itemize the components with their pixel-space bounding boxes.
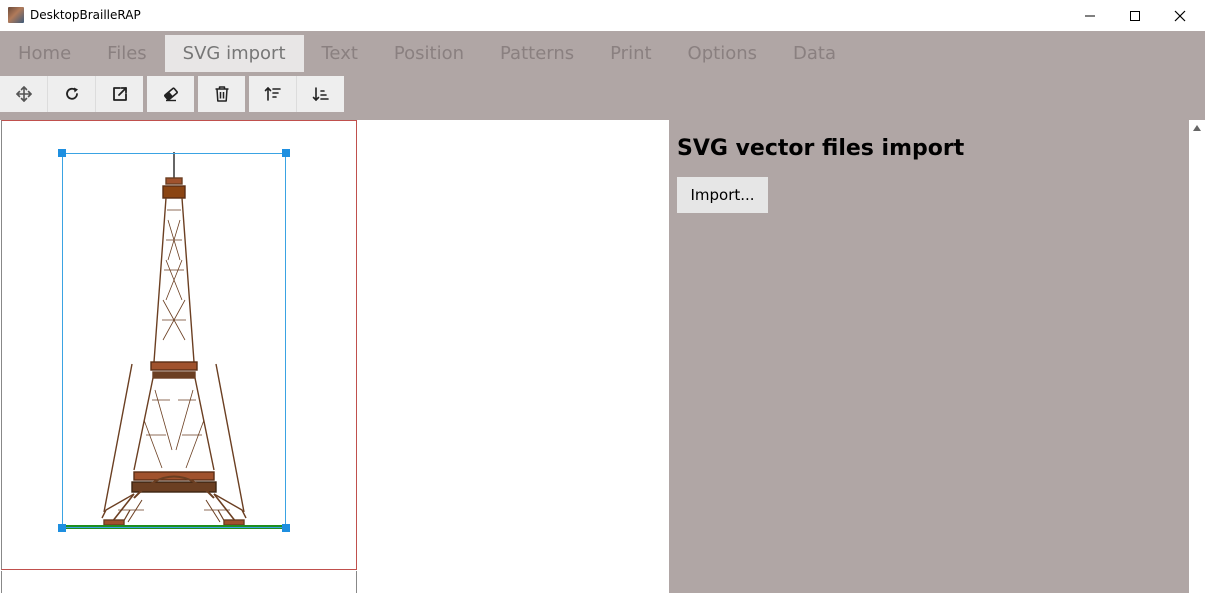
maximize-icon bbox=[1130, 10, 1140, 21]
ribbon: Home Files SVG import Text Position Patterns P… bbox=[0, 31, 1205, 120]
resize-handle-top-left[interactable] bbox=[58, 149, 66, 157]
sort-ascending-button[interactable] bbox=[249, 76, 297, 112]
open-external-icon bbox=[112, 87, 127, 101]
tab-text[interactable]: Text bbox=[304, 35, 376, 72]
tab-patterns[interactable]: Patterns bbox=[482, 35, 592, 72]
tab-files[interactable]: Files bbox=[89, 35, 165, 72]
minimize-icon bbox=[1085, 15, 1095, 16]
close-icon bbox=[1174, 10, 1186, 21]
tab-svg-import[interactable]: SVG import bbox=[164, 35, 304, 72]
open-external-button[interactable] bbox=[96, 76, 143, 112]
move-button[interactable] bbox=[0, 76, 48, 112]
toolbar-group-erase bbox=[147, 76, 194, 113]
delete-button[interactable] bbox=[198, 76, 245, 112]
toolbar bbox=[0, 76, 348, 113]
app-icon bbox=[8, 7, 24, 23]
trash-icon bbox=[215, 86, 228, 102]
page-overflow-area bbox=[1, 571, 357, 593]
resize-handle-bottom-right[interactable] bbox=[282, 524, 290, 532]
resize-handle-bottom-left[interactable] bbox=[58, 524, 66, 532]
tab-home[interactable]: Home bbox=[0, 35, 89, 72]
window-title: DesktopBrailleRAP bbox=[30, 8, 141, 22]
sort-descending-icon bbox=[312, 87, 329, 102]
toolbar-group-order bbox=[249, 76, 344, 113]
tab-bar: Home Files SVG import Text Position Patterns P… bbox=[0, 35, 854, 72]
vertical-scrollbar[interactable] bbox=[1189, 120, 1205, 593]
tab-position[interactable]: Position bbox=[376, 35, 482, 72]
resize-handle-top-right[interactable] bbox=[282, 149, 290, 157]
close-button[interactable] bbox=[1157, 0, 1203, 31]
scroll-up-icon bbox=[1193, 125, 1201, 131]
selection-box bbox=[62, 153, 286, 528]
tab-options[interactable]: Options bbox=[670, 35, 775, 72]
tab-print[interactable]: Print bbox=[592, 35, 669, 72]
panel-title: SVG vector files import bbox=[677, 136, 965, 161]
sort-ascending-icon bbox=[264, 86, 281, 101]
eraser-icon bbox=[163, 87, 178, 102]
maximize-button[interactable] bbox=[1112, 0, 1158, 31]
rotate-button[interactable] bbox=[48, 76, 96, 112]
rotate-icon bbox=[65, 87, 78, 100]
title-bar: DesktopBrailleRAP bbox=[0, 0, 1205, 31]
import-button[interactable]: Import... bbox=[677, 177, 768, 213]
eraser-button[interactable] bbox=[147, 76, 194, 112]
svg-import-panel: SVG vector files import Import... bbox=[669, 120, 1189, 593]
toolbar-group-transform bbox=[0, 76, 143, 113]
toolbar-group-delete bbox=[198, 76, 245, 113]
design-canvas[interactable] bbox=[0, 120, 669, 593]
move-icon bbox=[15, 86, 32, 102]
tab-data[interactable]: Data bbox=[775, 35, 854, 72]
minimize-button[interactable] bbox=[1067, 0, 1113, 31]
sort-descending-button[interactable] bbox=[297, 76, 344, 112]
